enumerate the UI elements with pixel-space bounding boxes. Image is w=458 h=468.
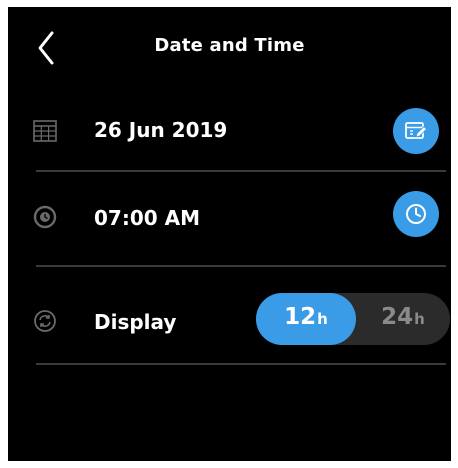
refresh-icon [34,310,56,332]
header: Date and Time [8,7,451,87]
calendar-edit-icon [405,122,428,139]
time-value: 07:00 AM [94,206,201,230]
format-24h-number: 24 [381,304,414,330]
format-24h-option[interactable]: 24 h [356,293,450,345]
time-format-toggle[interactable]: 12 h 24 h [256,293,450,345]
format-24h-unit: h [414,310,425,328]
calendar-icon [33,120,57,142]
date-row: 26 Jun 2019 [8,97,451,163]
edit-date-button[interactable] [393,108,439,154]
display-label: Display [94,310,177,334]
divider [36,170,446,172]
clock-icon [406,204,426,224]
edit-time-button[interactable] [393,191,439,237]
divider [36,265,446,267]
date-value: 26 Jun 2019 [94,118,228,142]
page-title: Date and Time [154,35,305,56]
display-row: Display 12 h 24 h [8,289,451,355]
device-screen: Date and Time 26 Jun 2019 07:00 AM Displ… [8,7,451,461]
divider [36,363,446,365]
time-row: 07:00 AM [8,185,451,251]
format-12h-number: 12 [284,304,317,330]
clock-icon [33,205,57,229]
format-12h-unit: h [317,310,328,328]
format-12h-option[interactable]: 12 h [256,293,356,345]
